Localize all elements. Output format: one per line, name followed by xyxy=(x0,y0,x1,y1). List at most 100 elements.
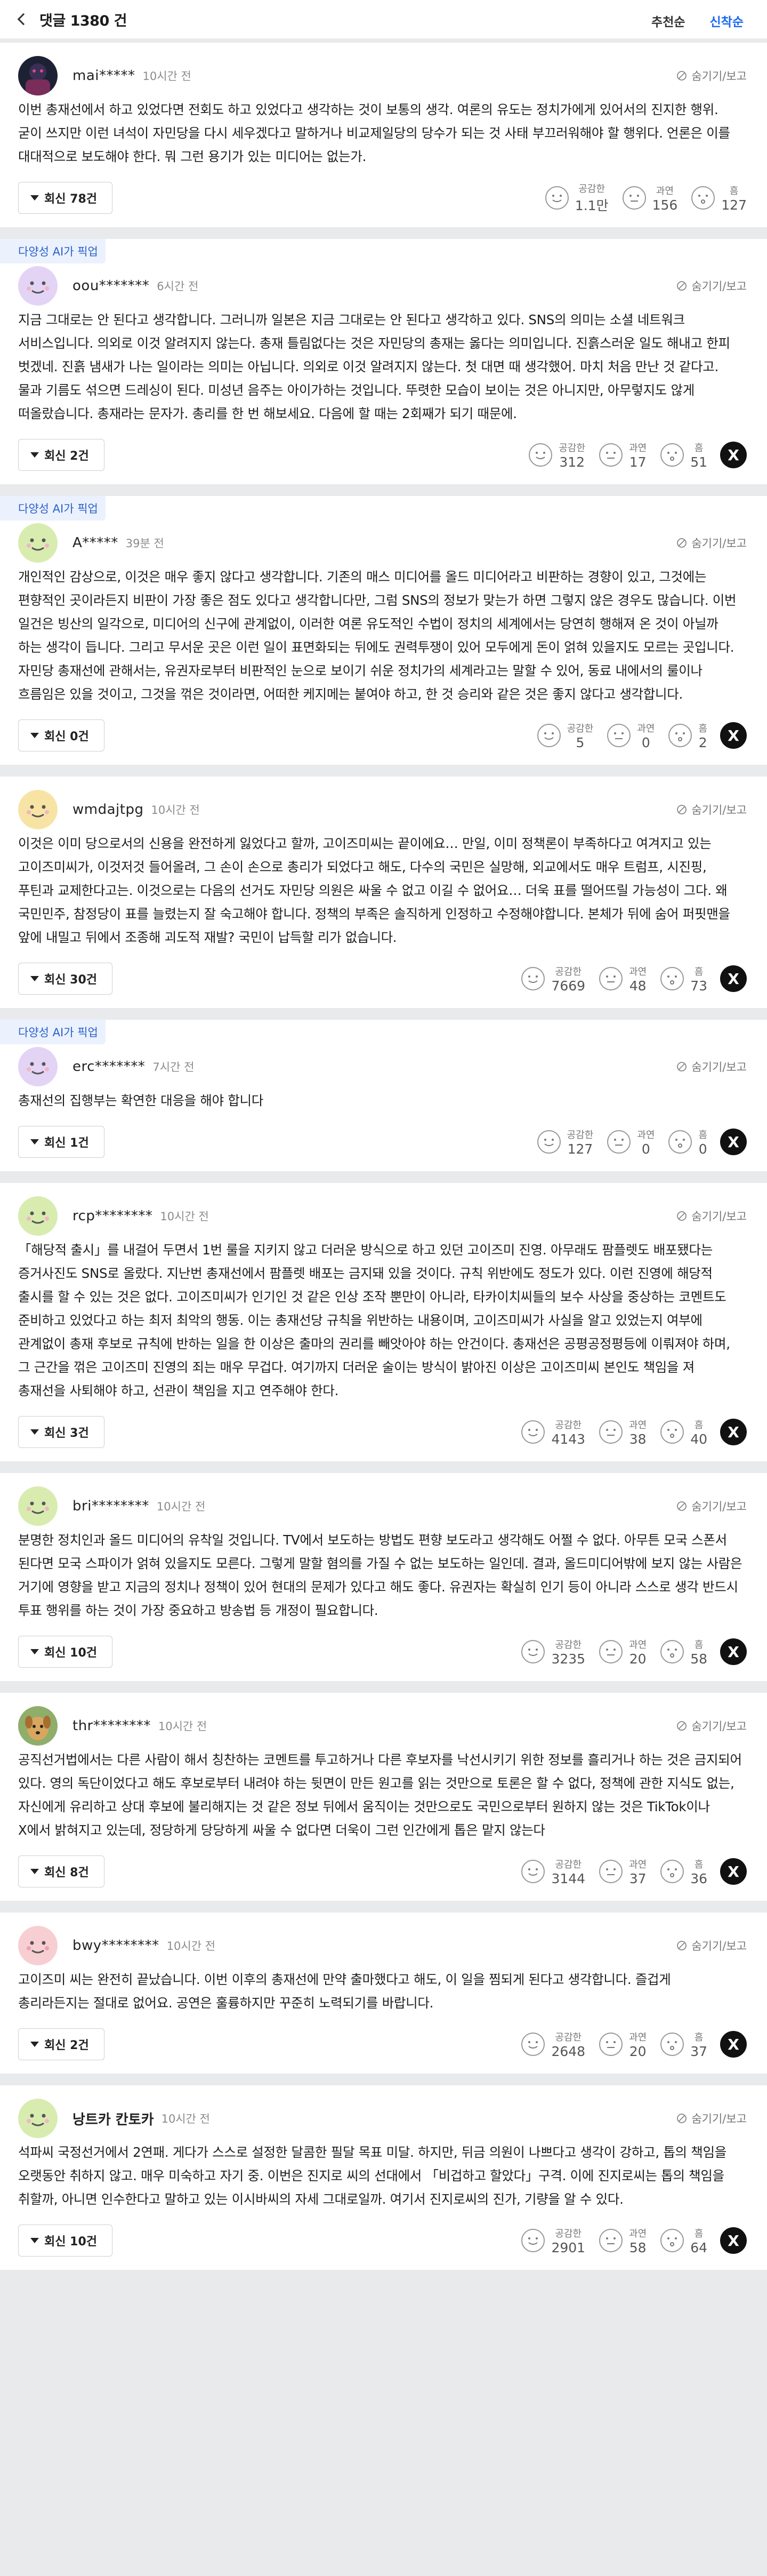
hide-report-button[interactable]: 숨기기/보고 xyxy=(675,1498,747,1514)
reaction-thought-button[interactable]: 과연 156 xyxy=(621,183,677,213)
thought-face-icon xyxy=(622,186,646,210)
avatar[interactable] xyxy=(18,790,58,829)
avatar[interactable] xyxy=(18,1706,58,1746)
sort-recommended[interactable]: 추천순 xyxy=(651,12,685,30)
hide-report-button[interactable]: 숨기기/보고 xyxy=(675,68,747,84)
x-share-icon[interactable]: X xyxy=(720,2031,747,2058)
reaction-thought-button[interactable]: 과연 0 xyxy=(606,721,655,750)
comment-author[interactable]: erc******* xyxy=(72,1059,145,1075)
hide-report-button[interactable]: 숨기기/보고 xyxy=(675,802,747,818)
comment-author[interactable]: 낭트카 칸토카 xyxy=(72,2109,154,2129)
reaction-hmm-button[interactable]: 흠 36 xyxy=(659,1857,707,1886)
reaction-hmm-button[interactable]: 흠 127 xyxy=(690,183,747,213)
hide-report-button[interactable]: 숨기기/보고 xyxy=(675,278,747,294)
reaction-thought-button[interactable]: 과연 58 xyxy=(598,2226,647,2255)
hide-report-button[interactable]: 숨기기/보고 xyxy=(675,1718,747,1734)
reaction-empathy-button[interactable]: 공감한 1.1만 xyxy=(544,181,609,214)
reaction-hmm-button[interactable]: 흠 64 xyxy=(659,2226,707,2255)
comment-text: 지금 그대로는 안 된다고 생각합니다. 그러니까 일본은 지금 그대로는 안 … xyxy=(18,312,730,421)
reaction-thought-button[interactable]: 과연 17 xyxy=(598,441,647,470)
comment-author[interactable]: bri******** xyxy=(72,1498,149,1514)
back-arrow-icon[interactable] xyxy=(17,13,30,26)
replies-toggle-button[interactable]: 회신 10건 xyxy=(18,2225,112,2257)
empathy-face-icon xyxy=(521,1640,545,1663)
avatar[interactable] xyxy=(18,1047,58,1086)
reaction-hmm-button[interactable]: 흠 51 xyxy=(659,441,707,470)
reaction-empathy-button[interactable]: 공감한 7669 xyxy=(520,964,585,994)
reaction-thought-button[interactable]: 과연 20 xyxy=(598,1637,647,1667)
comment-author[interactable]: thr******** xyxy=(72,1718,151,1734)
x-share-icon[interactable]: X xyxy=(720,442,747,468)
replies-toggle-button[interactable]: 회신 30건 xyxy=(18,963,112,995)
hide-report-button[interactable]: 숨기기/보고 xyxy=(675,535,747,551)
reaction-hmm-button[interactable]: 흠 40 xyxy=(659,1418,707,1447)
reaction-empathy-button[interactable]: 공감한 312 xyxy=(528,441,585,470)
reaction-empathy-button[interactable]: 공감한 127 xyxy=(536,1127,593,1157)
reaction-thought-button[interactable]: 과연 37 xyxy=(598,1857,647,1886)
reaction-empathy-button[interactable]: 공감한 5 xyxy=(536,721,593,750)
replies-toggle-button[interactable]: 회신 1건 xyxy=(18,1126,104,1158)
x-share-icon[interactable]: X xyxy=(720,2227,747,2254)
reaction-counts: 과연 20 xyxy=(629,2030,647,2059)
reaction-empathy-button[interactable]: 공감한 4143 xyxy=(520,1418,585,1447)
comment-author[interactable]: A***** xyxy=(72,535,118,551)
avatar[interactable] xyxy=(18,1926,58,1965)
comment-time: 39분 전 xyxy=(125,537,164,550)
thought-face-icon xyxy=(607,1130,631,1154)
avatar[interactable] xyxy=(18,266,58,306)
hide-report-button[interactable]: 숨기기/보고 xyxy=(675,1208,747,1224)
reaction-count: 20 xyxy=(629,2043,647,2059)
x-share-icon[interactable]: X xyxy=(720,722,747,749)
x-share-icon[interactable]: X xyxy=(720,1129,747,1155)
replies-toggle-button[interactable]: 회신 0건 xyxy=(18,719,104,751)
sort-newest[interactable]: 신착순 xyxy=(710,12,744,30)
replies-toggle-button[interactable]: 회신 78건 xyxy=(18,182,112,214)
x-share-icon[interactable]: X xyxy=(720,1638,747,1665)
hide-report-button[interactable]: 숨기기/보고 xyxy=(675,1938,747,1954)
hide-report-button[interactable]: 숨기기/보고 xyxy=(675,1059,747,1075)
reaction-hmm-button[interactable]: 흠 37 xyxy=(659,2030,707,2059)
reaction-empathy-button[interactable]: 공감한 2648 xyxy=(520,2030,585,2059)
avatar[interactable] xyxy=(18,2099,58,2138)
comment-author[interactable]: oou******* xyxy=(72,278,149,294)
replies-toggle-button[interactable]: 회신 2건 xyxy=(18,439,104,471)
replies-toggle-button[interactable]: 회신 2건 xyxy=(18,2028,104,2060)
thought-face-icon xyxy=(599,1860,623,1883)
comment-author[interactable]: wmdajtpg xyxy=(72,802,143,818)
hide-eye-icon xyxy=(677,538,687,548)
replies-toggle-button[interactable]: 회신 3건 xyxy=(18,1416,104,1448)
ai-pick-badge: 다양성 AI가 픽업 xyxy=(0,1020,106,1044)
reaction-thought-button[interactable]: 과연 0 xyxy=(606,1127,655,1157)
reaction-hmm-button[interactable]: 흠2 xyxy=(667,721,707,750)
reaction-count: 40 xyxy=(690,1431,707,1447)
reaction-empathy-button[interactable]: 공감한 3144 xyxy=(520,1857,585,1886)
reaction-count: 127 xyxy=(721,197,747,213)
comment-text: 석파씨 국정선거에서 2연패. 게다가 스스로 설정한 달콤한 필달 목표 미달… xyxy=(18,2145,727,2207)
reaction-count: 20 xyxy=(629,1651,647,1667)
reaction-thought-button[interactable]: 과연 38 xyxy=(598,1418,647,1447)
reaction-empathy-button[interactable]: 공감한 2901 xyxy=(520,2226,585,2255)
x-share-icon[interactable]: X xyxy=(720,1419,747,1445)
avatar[interactable] xyxy=(18,56,58,95)
comment-author[interactable]: mai***** xyxy=(72,68,135,84)
reaction-hmm-button[interactable]: 흠 58 xyxy=(659,1637,707,1667)
reaction-hmm-button[interactable]: 흠 73 xyxy=(659,964,707,994)
hide-report-button[interactable]: 숨기기/보고 xyxy=(675,2110,747,2126)
avatar[interactable] xyxy=(18,523,58,563)
default-user-icon xyxy=(18,1047,58,1086)
avatar[interactable] xyxy=(18,1486,58,1526)
x-share-icon[interactable]: X xyxy=(720,965,747,992)
reaction-hmm-button[interactable]: 흠0 xyxy=(667,1127,707,1157)
hide-eye-icon xyxy=(677,281,687,291)
comment-author[interactable]: bwy******** xyxy=(72,1938,159,1954)
avatar[interactable] xyxy=(18,1196,58,1236)
replies-toggle-button[interactable]: 회신 10건 xyxy=(18,1636,112,1668)
reaction-thought-button[interactable]: 과연 48 xyxy=(598,964,647,994)
ai-pick-badge: 다양성 AI가 픽업 xyxy=(0,496,106,521)
hmm-face-icon xyxy=(691,186,715,210)
comment-author[interactable]: rcp******** xyxy=(72,1208,152,1224)
x-share-icon[interactable]: X xyxy=(720,1858,747,1885)
reaction-empathy-button[interactable]: 공감한 3235 xyxy=(520,1637,585,1667)
replies-toggle-button[interactable]: 회신 8건 xyxy=(18,1855,104,1887)
reaction-thought-button[interactable]: 과연 20 xyxy=(598,2030,647,2059)
